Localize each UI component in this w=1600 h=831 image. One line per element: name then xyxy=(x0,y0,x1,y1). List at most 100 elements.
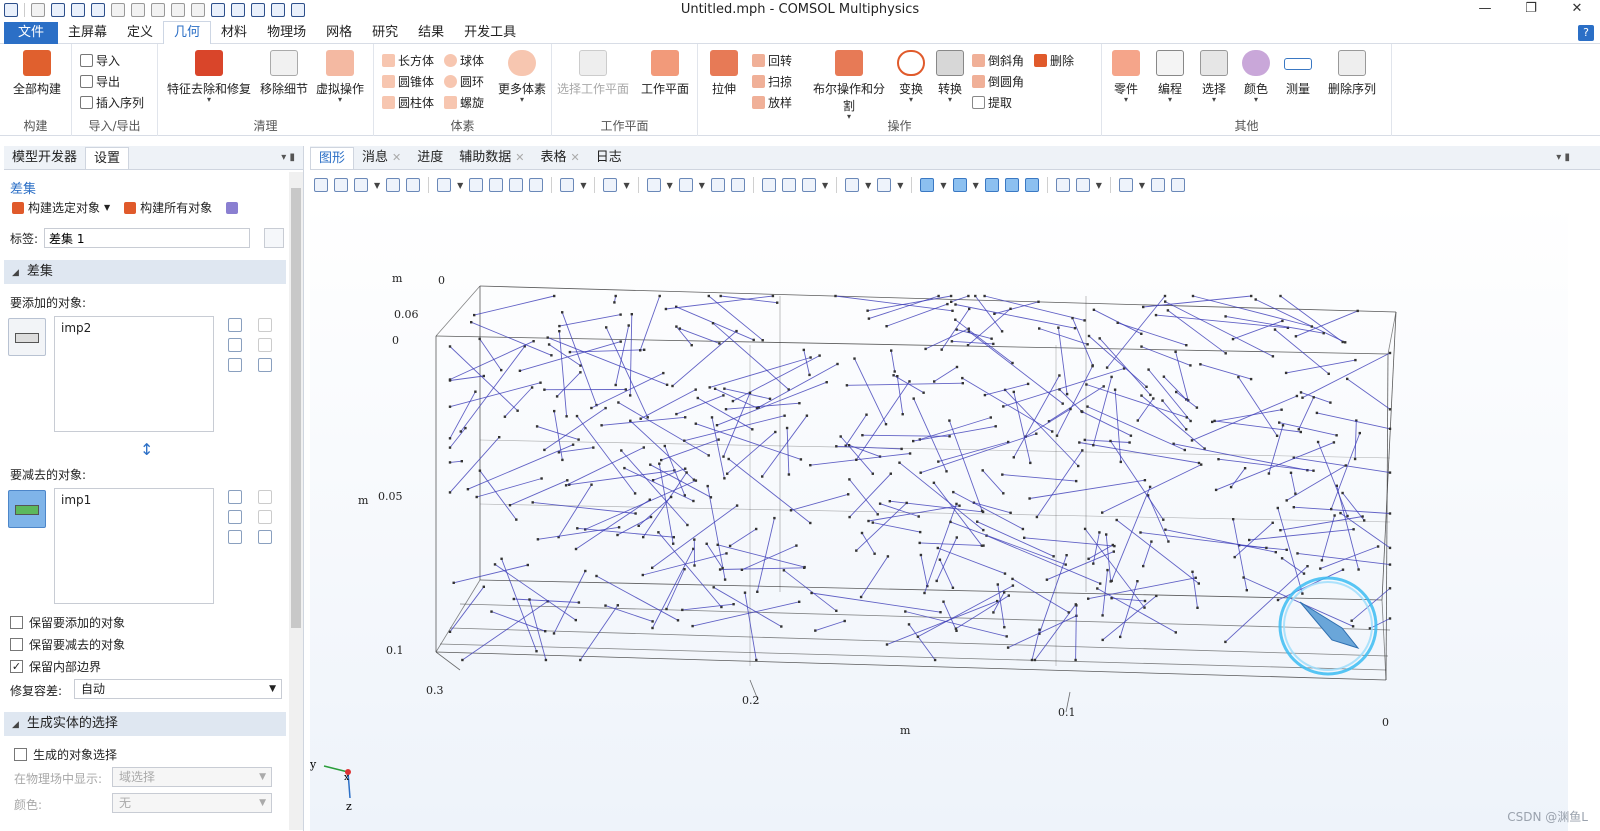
zoom-selection-icon[interactable] xyxy=(228,358,242,372)
tab-materials[interactable]: 材料 xyxy=(211,22,257,44)
undo-icon[interactable] xyxy=(131,3,145,17)
clear-selection-icon[interactable] xyxy=(258,358,272,372)
select-box-icon[interactable] xyxy=(710,178,725,192)
restore-button[interactable]: ❐ xyxy=(1508,0,1554,20)
tab-auxiliary-data[interactable]: 辅助数据 ✕ xyxy=(451,147,532,169)
tab-definitions[interactable]: 定义 xyxy=(117,22,163,44)
loft-button[interactable]: 放样 xyxy=(752,92,792,112)
select-workplane-button[interactable]: 选择工作平面 xyxy=(554,50,632,97)
redo-icon[interactable] xyxy=(151,3,165,17)
more-primitives-button[interactable]: 更多体素 ▾ xyxy=(496,50,548,104)
add-icon[interactable] xyxy=(258,490,272,504)
tab-physics[interactable]: 物理场 xyxy=(257,22,316,44)
keep-input-checkbox[interactable]: 保留要添加的对象 xyxy=(10,614,125,631)
new-file-icon[interactable] xyxy=(31,3,45,17)
views-icon[interactable] xyxy=(845,178,860,192)
open-folder-icon[interactable] xyxy=(51,3,65,17)
revolve-button[interactable]: 回转 xyxy=(752,50,792,70)
copy-icon[interactable] xyxy=(171,3,185,17)
graphics-canvas[interactable]: m 0 0.06 0 m 0.05 0.1 0.3 0.2 0.1 0 m y … xyxy=(309,200,1568,831)
block-button[interactable]: 长方体 xyxy=(382,50,434,70)
sweep-button[interactable]: 扫掠 xyxy=(752,71,792,91)
tab-geometry[interactable]: 几何 xyxy=(163,21,212,44)
paste-selection-icon[interactable] xyxy=(228,338,242,352)
cone-button[interactable]: 圆锥体 xyxy=(382,71,434,91)
objects-to-subtract-list[interactable]: imp1 xyxy=(54,488,214,604)
label-edit-icon[interactable] xyxy=(264,228,285,248)
section-difference[interactable]: ◢ 差集 xyxy=(4,260,286,284)
pin-icon[interactable]: ▾ ▮ xyxy=(1556,152,1570,163)
close-button[interactable]: ✕ xyxy=(1554,0,1600,20)
extract-button[interactable]: 提取 xyxy=(972,92,1012,112)
objects-to-add-list[interactable]: imp2 xyxy=(54,316,214,432)
view-icon[interactable] xyxy=(226,201,239,214)
selections-button[interactable]: 选择 ▾ xyxy=(1196,50,1232,104)
save-icon[interactable] xyxy=(71,3,85,17)
deselect-icon[interactable] xyxy=(271,3,285,17)
print-icon[interactable] xyxy=(1171,178,1186,192)
checkbox[interactable] xyxy=(14,748,27,761)
copy-selection-icon[interactable] xyxy=(228,318,242,332)
wireframe-icon[interactable] xyxy=(984,178,999,192)
color-select[interactable]: 无 ▼ xyxy=(112,793,272,813)
grid-icon[interactable] xyxy=(1024,178,1039,192)
virtual-operations-button[interactable]: 虚拟操作 ▾ xyxy=(312,50,368,104)
zoom-selection-icon[interactable] xyxy=(228,530,242,544)
remove-icon[interactable] xyxy=(258,510,272,524)
scene-light-icon[interactable] xyxy=(1075,178,1090,192)
deselect-box-icon[interactable] xyxy=(730,178,745,192)
tab-file[interactable]: 文件 xyxy=(4,21,58,44)
tab-developer[interactable]: 开发工具 xyxy=(454,22,526,44)
close-icon[interactable]: ✕ xyxy=(571,147,580,169)
delete-sequence-button[interactable]: 删除序列 xyxy=(1322,50,1382,97)
clear-selection-icon[interactable] xyxy=(258,530,272,544)
tab-messages[interactable]: 消息 ✕ xyxy=(354,147,409,169)
delete-entities-button[interactable]: 删除 xyxy=(1034,50,1074,70)
tab-study[interactable]: 研究 xyxy=(362,22,408,44)
clipping-icon[interactable] xyxy=(877,178,892,192)
add-icon[interactable] xyxy=(258,318,272,332)
objects-to-subtract-toggle[interactable] xyxy=(8,490,46,528)
tab-graphics[interactable]: 图形 xyxy=(310,147,355,169)
camera-settings-icon[interactable] xyxy=(1118,178,1133,192)
defeaturing-button[interactable]: 特征去除和修复 ▾ xyxy=(166,50,252,104)
select-domains-icon[interactable] xyxy=(678,178,693,192)
chamfer-button[interactable]: 倒斜角 xyxy=(972,50,1024,70)
tab-progress[interactable]: 进度 xyxy=(409,147,451,169)
helix-button[interactable]: 螺旋 xyxy=(444,92,484,112)
objects-to-add-toggle[interactable] xyxy=(8,318,46,356)
save-as-icon[interactable] xyxy=(91,3,105,17)
select-box-icon[interactable] xyxy=(251,3,265,17)
render-mode-icon[interactable] xyxy=(952,178,967,192)
visibility-icon[interactable] xyxy=(801,178,816,192)
export-button[interactable]: 导出 xyxy=(80,71,120,91)
repair-tolerance-select[interactable]: 自动 ▼ xyxy=(74,679,282,699)
remove-details-button[interactable]: 移除细节 xyxy=(258,50,310,97)
close-icon[interactable]: ✕ xyxy=(515,147,524,169)
resulting-selection-checkbox[interactable]: 生成的对象选择 xyxy=(14,746,117,763)
tab-log[interactable]: 日志 xyxy=(588,147,630,169)
pin-icon[interactable]: ▾ ▮ xyxy=(281,152,295,163)
torus-button[interactable]: 圆环 xyxy=(444,71,484,91)
swap-icon[interactable]: ↕ xyxy=(140,440,153,459)
tab-tables[interactable]: 表格 ✕ xyxy=(533,147,588,169)
zoom-selected-icon[interactable] xyxy=(386,178,401,192)
workplane-button[interactable]: 工作平面 xyxy=(636,50,694,97)
customize-icon[interactable] xyxy=(291,3,305,17)
section-resulting-selection[interactable]: ◢ 生成实体的选择 xyxy=(4,712,286,736)
headlight-icon[interactable] xyxy=(920,178,935,192)
select-objects-icon[interactable] xyxy=(646,178,661,192)
build-all-objects-button[interactable]: 构建所有对象 xyxy=(124,199,212,216)
xy-view-icon[interactable] xyxy=(469,178,484,192)
sphere-button[interactable]: 球体 xyxy=(444,50,484,70)
geometry-view[interactable]: m 0 0.06 0 m 0.05 0.1 0.3 0.2 0.1 0 m y … xyxy=(309,200,1568,831)
colors-button[interactable]: 颜色 ▾ xyxy=(1238,50,1274,104)
show-hidden-icon[interactable] xyxy=(781,178,796,192)
tab-home[interactable]: 主屏幕 xyxy=(58,22,117,44)
show-in-physics-select[interactable]: 域选择 ▼ xyxy=(112,767,272,787)
zoom-extents-icon[interactable] xyxy=(406,178,421,192)
default-view-icon[interactable] xyxy=(529,178,544,192)
convert-button[interactable]: 转换 ▾ xyxy=(932,50,968,104)
tab-mesh[interactable]: 网格 xyxy=(316,22,362,44)
insert-sequence-button[interactable]: 插入序列 xyxy=(80,92,144,112)
